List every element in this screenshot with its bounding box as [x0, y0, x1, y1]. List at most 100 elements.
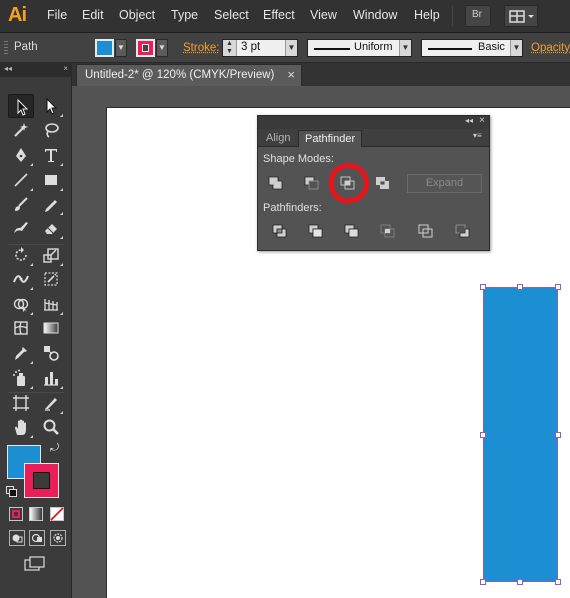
arrange-documents-button[interactable]: [504, 5, 538, 27]
stroke-weight-dropdown-icon[interactable]: ▼: [285, 40, 297, 56]
collapse-tools-icon[interactable]: ◂◂: [4, 64, 12, 73]
stroke-swatch[interactable]: [24, 463, 59, 498]
type-tool[interactable]: [38, 143, 64, 167]
slice-tool[interactable]: [38, 391, 64, 415]
artboard-tool[interactable]: [8, 391, 34, 415]
exclude-button[interactable]: [373, 174, 393, 192]
default-fill-stroke-icon[interactable]: [6, 486, 18, 498]
swap-fill-stroke-icon[interactable]: ⤾: [50, 442, 59, 455]
outline-button[interactable]: [416, 222, 436, 240]
divide-button[interactable]: [270, 222, 290, 240]
document-tab[interactable]: Untitled-2* @ 120% (CMYK/Preview) ×: [76, 64, 302, 86]
selection-type-label: Path: [14, 41, 38, 53]
zoom-tool[interactable]: [38, 415, 64, 439]
eyedropper-tool[interactable]: [8, 341, 34, 365]
menu-edit[interactable]: Edit: [82, 8, 104, 22]
bounding-box-handle[interactable]: [480, 579, 486, 585]
trim-button[interactable]: [306, 222, 326, 240]
close-panel-icon[interactable]: ×: [479, 115, 485, 126]
bounding-box-handle[interactable]: [517, 579, 523, 585]
color-mode-button[interactable]: [9, 507, 23, 521]
blob-brush-tool[interactable]: [8, 216, 34, 240]
menu-view[interactable]: View: [310, 8, 337, 22]
width-icon: [12, 270, 30, 288]
rectangle-tool[interactable]: [38, 168, 64, 192]
fill-color-swatch[interactable]: [95, 39, 114, 57]
gradient-mode-button[interactable]: [29, 507, 43, 521]
draw-behind-button[interactable]: [29, 530, 45, 546]
panel-menu-icon[interactable]: ▾≡: [473, 131, 485, 143]
bridge-button[interactable]: Br: [465, 5, 491, 27]
profile-dropdown-icon[interactable]: ▼: [399, 40, 411, 56]
menu-bar: Ai File Edit Object Type Select Effect V…: [0, 0, 570, 33]
menu-effect[interactable]: Effect: [263, 8, 295, 22]
screen-mode-button[interactable]: [24, 556, 46, 572]
panel-title-bar[interactable]: ◂◂ ×: [258, 116, 489, 129]
tab-align[interactable]: Align: [260, 130, 296, 147]
stroke-color-swatch[interactable]: [136, 39, 155, 57]
bounding-box-handle[interactable]: [480, 284, 486, 290]
brush-definition-select[interactable]: Basic ▼: [421, 39, 523, 57]
scale-tool[interactable]: [38, 243, 64, 267]
stroke-weight-stepper-icon[interactable]: ▲ ▼: [223, 40, 237, 56]
line-segment-tool[interactable]: [8, 168, 34, 192]
direct-selection-tool[interactable]: [38, 94, 64, 118]
unite-icon: [266, 174, 286, 192]
bounding-box-handle[interactable]: [555, 432, 561, 438]
bounding-box-handle[interactable]: [555, 284, 561, 290]
selected-rectangle[interactable]: [483, 287, 558, 582]
none-mode-button[interactable]: [50, 507, 64, 521]
variable-width-profile-select[interactable]: Uniform ▼: [307, 39, 412, 57]
menu-object[interactable]: Object: [119, 8, 155, 22]
tab-pathfinder[interactable]: Pathfinder: [298, 130, 362, 147]
menu-help[interactable]: Help: [414, 8, 440, 22]
close-tools-icon[interactable]: ×: [63, 64, 68, 73]
bounding-box-handle[interactable]: [517, 284, 523, 290]
shape-builder-tool[interactable]: [8, 292, 34, 316]
stroke-weight-field[interactable]: ▲ ▼ 3 pt ▼: [222, 39, 298, 57]
merge-button[interactable]: [342, 222, 362, 240]
gradient-tool[interactable]: [38, 316, 64, 340]
draw-normal-button[interactable]: [9, 530, 25, 546]
opacity-panel-link[interactable]: Opacity:: [531, 42, 570, 54]
menu-window[interactable]: Window: [353, 8, 397, 22]
column-graph-tool[interactable]: [38, 366, 64, 390]
stroke-panel-link[interactable]: Stroke:: [183, 42, 219, 54]
pen-tool[interactable]: [8, 143, 34, 167]
collapse-panel-icon[interactable]: ◂◂: [465, 116, 473, 125]
selection-tool[interactable]: [8, 94, 34, 118]
pencil-tool[interactable]: [38, 192, 64, 216]
app-logo: Ai: [8, 4, 26, 27]
fill-dropdown-arrow-icon[interactable]: ▼: [115, 39, 127, 57]
minus-front-button[interactable]: [302, 174, 322, 192]
menu-type[interactable]: Type: [171, 8, 198, 22]
symbol-sprayer-tool[interactable]: [8, 366, 34, 390]
unite-button[interactable]: [266, 174, 286, 192]
stroke-dropdown-arrow-icon[interactable]: ▼: [156, 39, 168, 57]
rotate-tool[interactable]: [8, 243, 34, 267]
brush-dropdown-icon[interactable]: ▼: [510, 40, 522, 56]
draw-inside-button[interactable]: [50, 530, 66, 546]
width-tool[interactable]: [8, 267, 34, 291]
free-transform-tool[interactable]: [38, 267, 64, 291]
close-document-icon[interactable]: ×: [287, 67, 295, 82]
blend-tool[interactable]: [38, 341, 64, 365]
menu-select[interactable]: Select: [214, 8, 249, 22]
paintbrush-tool[interactable]: [8, 192, 34, 216]
crop-button[interactable]: [378, 222, 398, 240]
screen-mode-icon: [24, 556, 46, 572]
divide-icon: [270, 222, 290, 240]
magic-wand-tool[interactable]: [8, 118, 34, 142]
bounding-box-handle[interactable]: [480, 432, 486, 438]
perspective-grid-tool[interactable]: [38, 292, 64, 316]
eraser-tool[interactable]: [38, 216, 64, 240]
mesh-tool[interactable]: [8, 316, 34, 340]
expand-button[interactable]: Expand: [407, 174, 482, 193]
menu-file[interactable]: File: [47, 8, 67, 22]
minus-back-button[interactable]: [453, 222, 473, 240]
bounding-box-handle[interactable]: [555, 579, 561, 585]
brush-line-icon: [428, 48, 472, 50]
control-bar-grip-icon[interactable]: [4, 41, 8, 55]
hand-tool[interactable]: [8, 415, 34, 439]
lasso-tool[interactable]: [38, 118, 64, 142]
